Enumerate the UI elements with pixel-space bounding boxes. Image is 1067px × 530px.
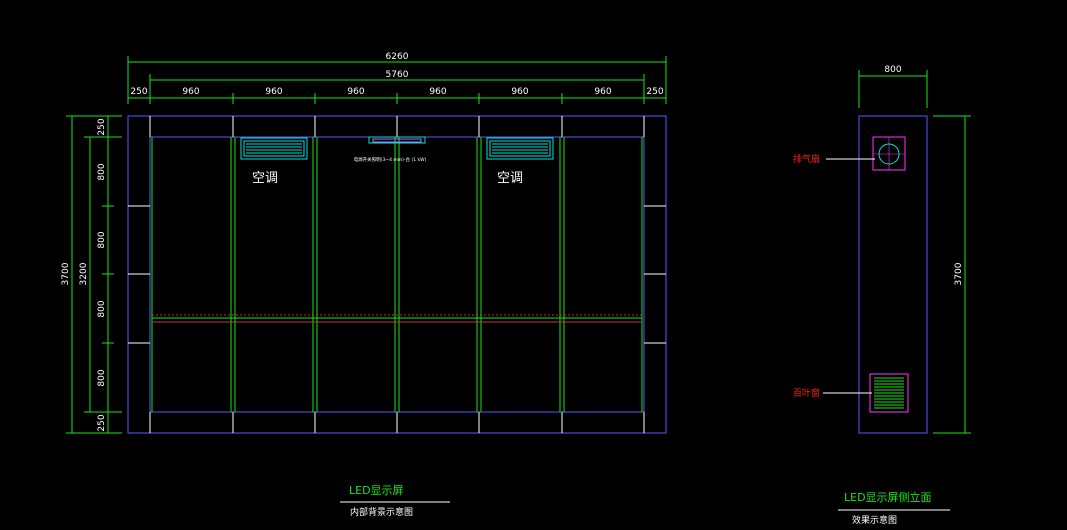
dim-edge-bottom: 250	[97, 414, 107, 431]
center-note: 电源开关照明(3~4 mm)-台 (1 kW)	[354, 156, 427, 163]
dim-side-left: 250	[130, 87, 147, 97]
dim-module-6: 960	[594, 87, 611, 97]
dim-inner-total: 5760	[386, 70, 409, 80]
exhaust-fan	[872, 136, 906, 171]
louver-vent	[869, 373, 909, 413]
dim-module-5: 960	[511, 87, 528, 97]
ac-unit-right	[486, 137, 554, 160]
dim-module-3: 960	[347, 87, 364, 97]
ac-unit-left	[240, 137, 308, 160]
side-subtitle: 效果示意图	[852, 514, 897, 526]
cad-drawing: 空调 空调 电源开关照明(3~4 mm)-台 (1 kW) 6260 5760 …	[61, 52, 971, 526]
side-right-dimension	[933, 115, 971, 434]
dim-row-1: 800	[97, 163, 107, 180]
dim-module-1: 960	[182, 87, 199, 97]
dim-row-2: 800	[97, 231, 107, 248]
ac-label-right: 空调	[497, 171, 523, 186]
dim-left-total: 3700	[61, 262, 71, 285]
module-columns	[151, 137, 643, 412]
louver-callout: 百叶窗	[793, 387, 820, 399]
dim-side-height: 3700	[954, 262, 964, 285]
front-elevation: 空调 空调 电源开关照明(3~4 mm)-台 (1 kW) 6260 5760 …	[61, 52, 667, 518]
dim-row-3: 800	[97, 300, 107, 317]
front-subtitle: 内部背景示意图	[350, 506, 413, 518]
dim-side-width: 800	[884, 65, 901, 75]
dim-row-4: 800	[97, 369, 107, 386]
dim-left-inner: 3200	[79, 262, 89, 285]
front-outer-frame	[127, 115, 667, 434]
power-switch-box	[368, 136, 426, 144]
ac-label-left: 空调	[252, 171, 278, 186]
dim-module-4: 960	[429, 87, 446, 97]
side-elevation: 排气扇 百叶窗 800 3700 LED显示屏侧立面 效果示意图	[793, 65, 971, 526]
front-title: LED显示屏	[349, 484, 404, 497]
left-dimensions	[66, 115, 122, 434]
dim-module-2: 960	[265, 87, 282, 97]
vent-callout: 排气扇	[793, 153, 820, 165]
front-inner-frame	[149, 136, 645, 413]
top-dimensions	[127, 56, 667, 104]
edge-segment-ticks	[128, 116, 666, 433]
side-top-dimension	[858, 70, 928, 108]
side-title: LED显示屏侧立面	[844, 490, 932, 504]
dim-top-total: 6260	[386, 52, 409, 62]
dim-edge-top: 250	[97, 118, 107, 135]
dim-side-right: 250	[646, 87, 663, 97]
horizontal-beam	[152, 314, 642, 323]
